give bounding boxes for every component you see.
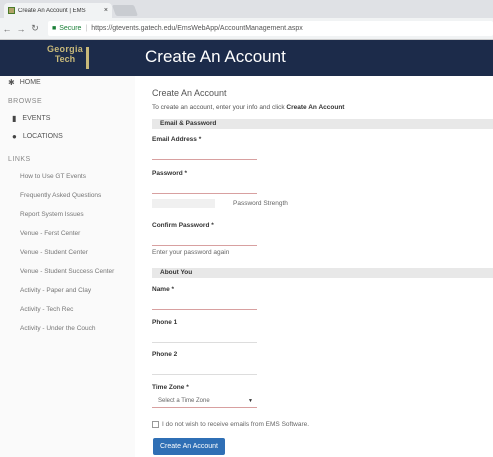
lock-icon: ■ [52, 25, 57, 32]
home-icon: ✱ [8, 78, 15, 87]
forward-icon[interactable]: → [14, 24, 28, 34]
tab-close-icon[interactable]: × [104, 7, 108, 14]
phone2-label: Phone 2 [152, 351, 178, 358]
georgia-tech-logo[interactable]: Georgia Tech [34, 44, 96, 72]
timezone-placeholder: Select a Time Zone [158, 397, 210, 404]
sidebar-item-locations[interactable]: ● LOCATIONS [12, 132, 63, 141]
sidebar-link[interactable]: Activity - Tech Rec [20, 306, 73, 313]
intro-text: To create an account, enter your info an… [152, 104, 287, 111]
favicon-icon [8, 7, 15, 14]
sidebar-item-events[interactable]: ▮ EVENTS [12, 114, 50, 123]
bookmark-icon: ▮ [12, 114, 17, 123]
back-icon[interactable]: ← [0, 24, 14, 34]
reload-icon[interactable]: ↻ [28, 23, 42, 34]
site-header: Georgia Tech Create An Account [0, 40, 493, 76]
sidebar-link[interactable]: Frequently Asked Questions [20, 192, 101, 199]
confirm-password-field[interactable] [152, 232, 257, 246]
email-label: Email Address * [152, 136, 202, 143]
section-about-you: About You [152, 268, 493, 278]
section-email-password: Email & Password [152, 119, 493, 129]
sidebar-item-label: LOCATIONS [22, 133, 63, 140]
email-optout-checkbox[interactable] [152, 421, 159, 428]
confirm-password-label: Confirm Password * [152, 222, 214, 229]
page-title: Create An Account [145, 47, 286, 66]
email-optout-label: I do not wish to receive emails from EMS… [162, 421, 310, 428]
links-heading: LINKS [8, 156, 31, 163]
timezone-label: Time Zone * [152, 384, 189, 391]
create-account-button[interactable]: Create An Account [153, 438, 225, 455]
sidebar-link[interactable]: Venue - Ferst Center [20, 230, 80, 237]
logo-bar-icon [86, 47, 89, 69]
sidebar-link[interactable]: Activity - Under the Couch [20, 325, 96, 332]
sidebar-link[interactable]: Report System Issues [20, 211, 84, 218]
sidebar-link[interactable]: Venue - Student Center [20, 249, 88, 256]
phone1-field[interactable] [152, 329, 257, 343]
chevron-down-icon: ▼ [248, 397, 253, 404]
name-field[interactable] [152, 296, 257, 310]
sidebar-item-label: HOME [19, 79, 41, 86]
password-strength-label: Password Strength [233, 200, 288, 207]
url-input[interactable]: ■ Secure | https://gtevents.gatech.edu/E… [48, 21, 493, 36]
sidebar-link[interactable]: Activity - Paper and Clay [20, 287, 91, 294]
sidebar: ✱ HOME BROWSE ▮ EVENTS ● LOCATIONS LINKS… [0, 76, 135, 457]
browser-tab-bar: Create An Account | EMS × [0, 0, 493, 18]
intro-action: Create An Account [286, 104, 345, 111]
password-strength-bar [152, 199, 215, 208]
phone2-field[interactable] [152, 361, 257, 375]
phone1-label: Phone 1 [152, 319, 178, 326]
email-field[interactable] [152, 146, 257, 160]
secure-label: Secure [59, 25, 82, 32]
name-label: Name * [152, 286, 175, 293]
new-tab-button[interactable] [111, 5, 139, 16]
browser-tab[interactable]: Create An Account | EMS × [4, 3, 112, 18]
url-separator: | [85, 25, 88, 32]
address-bar-row: ← → ↻ ■ Secure | https://gtevents.gatech… [0, 18, 493, 40]
sidebar-item-home[interactable]: ✱ HOME [8, 78, 41, 87]
form-title: Create An Account [152, 88, 227, 98]
browse-heading: BROWSE [8, 98, 43, 105]
sidebar-link[interactable]: How to Use GT Events [20, 173, 86, 180]
confirm-helper-text: Enter your password again [152, 249, 230, 256]
password-field[interactable] [152, 180, 257, 194]
timezone-select[interactable]: Select a Time Zone ▼ [152, 394, 257, 408]
password-label: Password * [152, 170, 188, 177]
sidebar-item-label: EVENTS [22, 115, 51, 122]
url-text: https://gtevents.gatech.edu/EmsWebApp/Ac… [91, 25, 303, 32]
map-pin-icon: ● [12, 132, 17, 141]
tab-title: Create An Account | EMS [18, 7, 86, 14]
sidebar-link[interactable]: Venue - Student Success Center [20, 268, 114, 275]
form-intro: To create an account, enter your info an… [152, 104, 344, 111]
